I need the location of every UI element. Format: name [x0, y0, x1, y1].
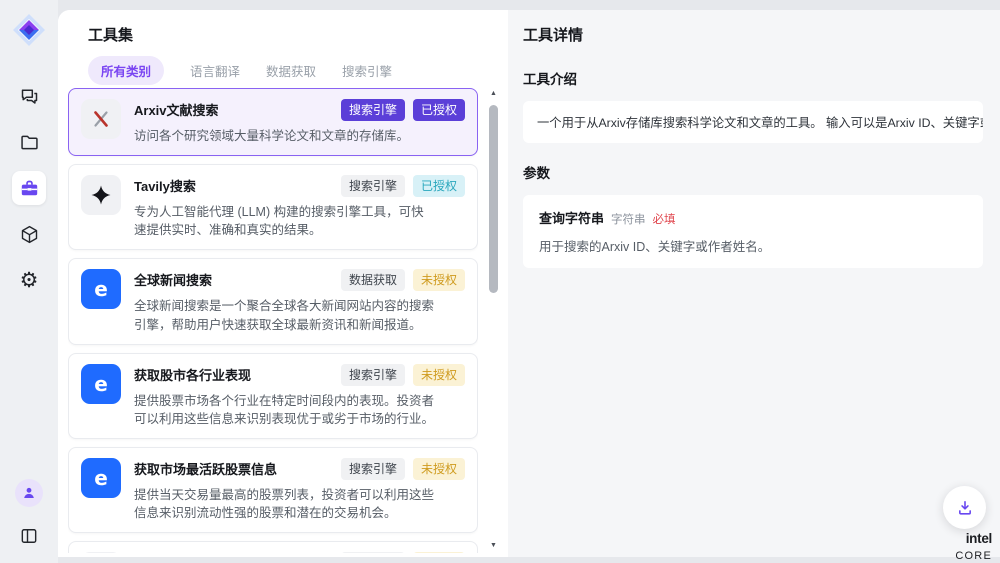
tool-card[interactable]: 万维地区新闻查询 搜索引擎 未授权 查询具体行政区划内的新闻，快速了解各地新闻动: [68, 541, 478, 553]
auth-badge: 未授权: [413, 364, 465, 386]
detail-title: 工具详情: [523, 24, 983, 45]
avatar: [15, 479, 43, 507]
main-window: 工具集 所有类别 语言翻译 数据获取 搜索引擎 Arxiv文献搜索: [58, 10, 1000, 557]
arxiv-logo-icon: [81, 99, 121, 139]
app-logo-icon: [10, 11, 48, 49]
cube-icon[interactable]: [12, 217, 46, 251]
scrollbar-thumb[interactable]: [489, 105, 498, 293]
tool-description: 全球新闻搜索是一个聚合全球各大新闻网站内容的搜索引擎，帮助用户快速获取全球最新资…: [134, 297, 436, 333]
auth-badge: 已授权: [413, 99, 465, 121]
toolbox-icon[interactable]: [12, 171, 46, 205]
scroll-down-icon[interactable]: ▼: [488, 542, 499, 549]
tab-data-acquisition[interactable]: 数据获取: [266, 61, 316, 80]
category-badge: 搜索引擎: [341, 552, 405, 553]
intel-core-logo: intel CORE ULTRA: [926, 531, 992, 563]
rail-nav: ⚙: [12, 79, 46, 297]
tab-search-engine[interactable]: 搜索引擎: [342, 61, 392, 80]
tool-name: 全球新闻搜索: [134, 269, 333, 289]
tool-description: 访问各个研究领域大量科学论文和文章的存储库。: [134, 127, 436, 145]
list-scrollbar[interactable]: ▲ ▼: [488, 90, 499, 549]
download-icon: [955, 498, 975, 518]
tavily-sparkle-icon: [81, 175, 121, 215]
download-button[interactable]: [943, 486, 986, 529]
auth-badge: 已授权: [413, 175, 465, 197]
param-card: 查询字符串 字符串 必填 用于搜索的Arxiv ID、关键字或作者姓名。: [523, 195, 983, 268]
category-badge: 搜索引擎: [341, 364, 405, 386]
tool-card[interactable]: e 获取股市各行业表现 搜索引擎 未授权 提供股票市场各个行业在特定时间段内的表…: [68, 353, 478, 439]
tool-card-list: Arxiv文献搜索 搜索引擎 已授权 访问各个研究领域大量科学论文和文章的存储库…: [68, 88, 478, 553]
tool-name: 获取市场最活跃股票信息: [134, 458, 333, 478]
params-heading: 参数: [523, 162, 983, 182]
left-rail: ⚙: [0, 0, 58, 563]
tool-card[interactable]: e 全球新闻搜索 数据获取 未授权 全球新闻搜索是一个聚合全球各大新闻网站内容的…: [68, 258, 478, 344]
rail-bottom: [0, 476, 58, 553]
auth-badge: 未授权: [413, 552, 465, 553]
tool-card[interactable]: e 获取市场最活跃股票信息 搜索引擎 未授权 提供当天交易量最高的股票列表，投资…: [68, 447, 478, 533]
category-tabs: 所有类别 语言翻译 数据获取 搜索引擎: [88, 56, 392, 85]
scroll-up-icon[interactable]: ▲: [488, 90, 499, 97]
tab-language-translation[interactable]: 语言翻译: [190, 61, 240, 80]
param-description: 用于搜索的Arxiv ID、关键字或作者姓名。: [539, 236, 967, 255]
blue-e-logo-icon: e: [81, 458, 121, 498]
tool-name: Arxiv文献搜索: [134, 99, 333, 119]
param-required-badge: 必填: [653, 211, 676, 227]
tool-description: 提供当天交易量最高的股票列表，投资者可以利用这些信息来识别流动性强的股票和潜在的…: [134, 486, 436, 522]
tool-name: Tavily搜索: [134, 175, 333, 195]
tools-list-panel: 工具集 所有类别 语言翻译 数据获取 搜索引擎 Arxiv文献搜索: [58, 10, 508, 557]
chat-icon[interactable]: [12, 79, 46, 113]
tool-card[interactable]: Arxiv文献搜索 搜索引擎 已授权 访问各个研究领域大量科学论文和文章的存储库…: [68, 88, 478, 156]
category-badge: 搜索引擎: [341, 175, 405, 197]
auth-badge: 未授权: [413, 458, 465, 480]
tool-name: 获取股市各行业表现: [134, 364, 333, 384]
category-badge: 搜索引擎: [341, 458, 405, 480]
panels-icon[interactable]: [12, 519, 46, 553]
blue-e-logo-icon: e: [81, 269, 121, 309]
folder-icon[interactable]: [12, 125, 46, 159]
user-icon[interactable]: [12, 476, 46, 510]
tab-all-categories[interactable]: 所有类别: [88, 56, 164, 85]
tool-description: 专为人工智能代理 (LLM) 构建的搜索引擎工具，可快速提供实时、准确和真实的结…: [134, 203, 436, 239]
page-title: 工具集: [88, 24, 133, 45]
intro-heading: 工具介绍: [523, 68, 983, 88]
settings-icon[interactable]: ⚙: [12, 263, 46, 297]
blue-e-logo-icon: e: [81, 364, 121, 404]
param-name: 查询字符串: [539, 208, 604, 227]
tool-detail-panel: 工具详情 工具介绍 一个用于从Arxiv存储库搜索科学论文和文章的工具。 输入可…: [508, 10, 1000, 557]
newspaper-icon: [81, 552, 121, 553]
category-badge: 搜索引擎: [341, 99, 405, 121]
tool-card[interactable]: Tavily搜索 搜索引擎 已授权 专为人工智能代理 (LLM) 构建的搜索引擎…: [68, 164, 478, 250]
auth-badge: 未授权: [413, 269, 465, 291]
tool-name: 万维地区新闻查询: [134, 552, 333, 553]
tool-description: 提供股票市场各个行业在特定时间段内的表现。投资者可以利用这些信息来识别表现优于或…: [134, 392, 436, 428]
param-type: 字符串: [611, 211, 646, 227]
category-badge: 数据获取: [341, 269, 405, 291]
intro-card: 一个用于从Arxiv存储库搜索科学论文和文章的工具。 输入可以是Arxiv ID…: [523, 101, 983, 143]
